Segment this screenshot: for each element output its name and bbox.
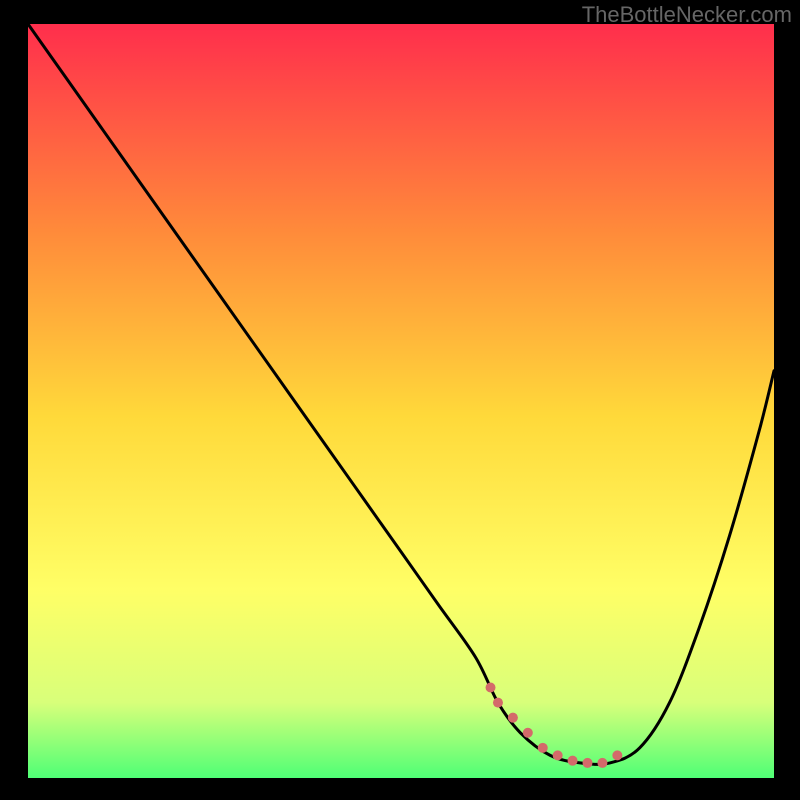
highlight-dot (538, 743, 548, 753)
highlight-dot (486, 683, 496, 693)
watermark-text: TheBottleNecker.com (582, 2, 792, 28)
highlight-dot (493, 698, 503, 708)
highlight-dot (508, 713, 518, 723)
highlight-dot (523, 728, 533, 738)
highlight-dot (568, 756, 578, 766)
highlight-dot (583, 758, 593, 768)
highlight-dot (612, 750, 622, 760)
chart-container: TheBottleNecker.com (0, 0, 800, 800)
bottleneck-chart (28, 24, 774, 778)
highlight-dot (597, 758, 607, 768)
gradient-background (28, 24, 774, 778)
highlight-dot (553, 750, 563, 760)
